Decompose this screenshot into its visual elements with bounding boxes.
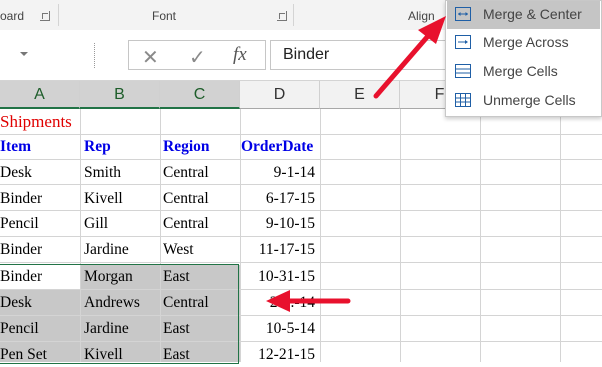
table-cell[interactable]: Binder	[0, 264, 42, 289]
font-launcher-icon[interactable]	[277, 11, 287, 21]
column-header-b[interactable]: B	[80, 81, 160, 109]
table-cell[interactable]: Desk	[0, 160, 32, 185]
table-cell[interactable]: Central	[163, 160, 209, 185]
header-cell[interactable]: Rep	[84, 134, 111, 159]
menu-item-merge-across[interactable]: Merge Across	[447, 29, 600, 57]
table-cell[interactable]: Central	[163, 186, 209, 211]
column-header-c[interactable]: C	[160, 81, 240, 109]
table-cell[interactable]: 10-31-15	[240, 264, 315, 289]
header-cell[interactable]: Item	[0, 134, 31, 159]
table-cell[interactable]: West	[163, 237, 194, 262]
table-cell[interactable]: Smith	[84, 160, 121, 185]
table-cell[interactable]: Jardine	[84, 316, 129, 341]
table-cell[interactable]: 6-17-15	[240, 186, 315, 211]
menu-item-label: Merge Cells	[483, 63, 558, 79]
merge-across-icon	[455, 35, 471, 49]
clipboard-launcher-icon[interactable]	[40, 11, 50, 21]
merge-cells-icon	[455, 64, 471, 78]
formula-input-value: Binder	[283, 46, 330, 63]
enter-check-icon[interactable]: ✓	[189, 45, 206, 69]
grid-line	[0, 262, 602, 263]
cancel-x-icon[interactable]: ✕	[142, 45, 159, 69]
menu-item-unmerge-cells[interactable]: Unmerge Cells	[447, 87, 600, 115]
table-cell[interactable]: East	[163, 316, 190, 341]
table-cell[interactable]: Kivell	[84, 342, 123, 367]
table-cell[interactable]: Pencil	[0, 211, 39, 236]
insert-function-button[interactable]: fx	[233, 44, 247, 66]
table-cell[interactable]: Gill	[84, 211, 108, 236]
header-cell[interactable]: Region	[163, 134, 210, 159]
table-cell[interactable]: East	[163, 342, 190, 367]
table-cell[interactable]: Central	[163, 290, 209, 315]
merge-center-icon	[455, 7, 471, 21]
column-header-d[interactable]: D	[240, 81, 320, 109]
menu-item-label: Unmerge Cells	[483, 92, 576, 108]
menu-item-label: Merge Across	[483, 34, 569, 50]
table-cell[interactable]: Pencil	[0, 316, 39, 341]
name-box-dropdown-icon[interactable]	[20, 52, 28, 56]
menu-item-merge-cells[interactable]: Merge Cells	[447, 58, 600, 86]
table-cell[interactable]: East	[163, 264, 190, 289]
ribbon-separator	[293, 4, 294, 26]
menu-item-merge-center[interactable]: Merge & Center	[447, 1, 600, 29]
table-cell[interactable]: Pen Set	[0, 342, 47, 367]
table-cell[interactable]: Jardine	[84, 237, 129, 262]
table-cell[interactable]: Binder	[0, 237, 42, 262]
table-cell[interactable]: Morgan	[84, 264, 133, 289]
formula-bar-splitter[interactable]	[94, 43, 98, 68]
table-cell[interactable]: Kivell	[84, 186, 123, 211]
table-cell[interactable]: 10-5-14	[240, 316, 315, 341]
menu-item-label: Merge & Center	[483, 6, 582, 22]
table-cell[interactable]: 11-17-15	[240, 237, 315, 262]
alignment-group-label: Align	[408, 9, 435, 23]
ribbon-separator	[58, 4, 59, 26]
table-cell[interactable]: Andrews	[84, 290, 140, 315]
table-cell[interactable]: Binder	[0, 186, 42, 211]
unmerge-cells-icon	[455, 93, 471, 107]
table-cell[interactable]: 2-...-14	[240, 290, 315, 315]
font-group-label: Font	[152, 9, 177, 23]
column-header-e[interactable]: E	[320, 81, 400, 109]
table-cell[interactable]: Desk	[0, 290, 32, 315]
sheet-title[interactable]: Shipments	[0, 109, 72, 134]
header-cell[interactable]: OrderDate	[241, 134, 313, 159]
table-cell[interactable]: 9-10-15	[240, 211, 315, 236]
table-cell[interactable]: Central	[163, 211, 209, 236]
table-cell[interactable]: 12-21-15	[240, 342, 315, 367]
table-cell[interactable]: 9-1-14	[240, 160, 315, 185]
column-header-a[interactable]: A	[0, 81, 80, 109]
clipboard-group-label: oard	[0, 9, 25, 23]
